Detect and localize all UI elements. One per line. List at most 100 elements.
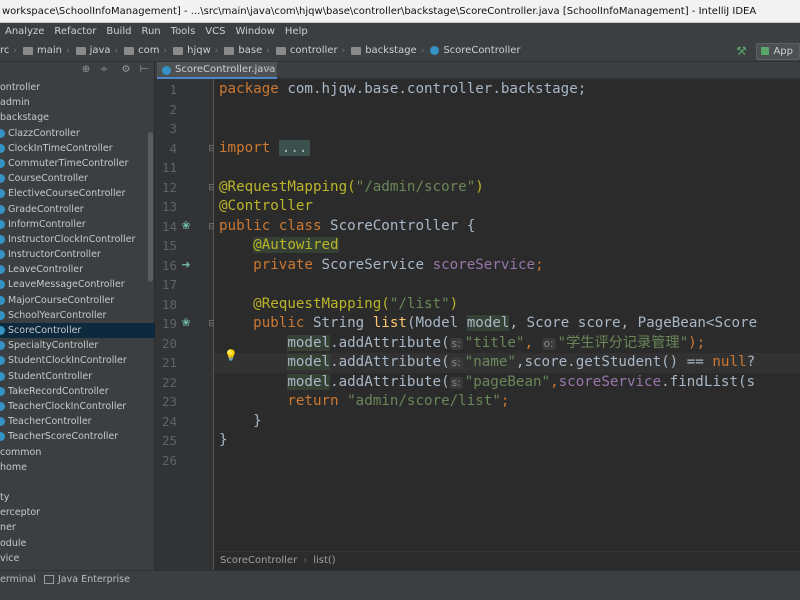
tree-package-item[interactable]: ontroller [0,80,155,95]
breadcrumb-class[interactable]: ScoreController [220,555,297,566]
crumb-com[interactable]: com › [122,45,167,56]
close-icon[interactable]: × [265,62,273,77]
menu-analyze[interactable]: Analyze [0,26,49,37]
tree-class-item[interactable]: TeacherScoreController [0,429,155,444]
tree-package-item[interactable] [0,475,155,490]
editor-tab-bar: ScoreController.java × [155,62,800,79]
menu-run[interactable]: Run [136,26,165,37]
tree-class-item[interactable]: SpecialtyController [0,338,155,353]
gear-icon[interactable]: ⚙ [120,64,132,76]
code-editor[interactable]: package com.hjqw.base.controller.backsta… [214,79,800,551]
tree-class-item[interactable]: InformController [0,217,155,232]
tree-item-label: ner [0,522,16,534]
line-number: 20 [161,335,177,351]
sidebar-toolbar: ⊕ ÷ ⚙ ⊢ [0,62,154,79]
tree-package-item[interactable]: admin [0,95,155,110]
autowired-navigate-icon[interactable]: ➜ [180,259,192,271]
project-sidebar: ⊕ ÷ ⚙ ⊢ ontroller admin backstage ClazzCont… [0,62,155,570]
tree-package-item[interactable]: backstage [0,110,155,125]
line-number: 12 [161,179,177,195]
class-icon [0,371,5,381]
hide-icon[interactable]: ⊢ [138,64,150,76]
tree-class-item[interactable]: ScoreController [0,323,155,339]
collapse-icon[interactable]: ÷ [98,64,110,76]
class-icon [0,204,5,214]
tree-class-item[interactable]: CommuterTimeController [0,156,155,171]
crumb-controller[interactable]: controller › [274,45,345,56]
menu-bar: Analyze Refactor Build Run Tools VCS Win… [0,23,800,40]
tree-class-item[interactable]: SchoolYearController [0,308,155,323]
tree-package-item[interactable]: common [0,445,155,460]
menu-window[interactable]: Window [230,26,279,37]
java-enterprise-tab[interactable]: Java Enterprise [44,574,130,585]
sidebar-scrollbar[interactable] [148,132,153,282]
tree-item-label: GradeController [8,203,84,215]
crumb-java[interactable]: java › [74,45,118,56]
build-hammer-icon[interactable]: ⚒ [734,44,748,58]
menu-tools[interactable]: Tools [166,26,201,37]
menu-refactor[interactable]: Refactor [49,26,101,37]
request-mapping-icon[interactable]: ❀ [180,317,192,329]
crumb-backstage[interactable]: backstage › [349,45,424,56]
tree-class-item[interactable]: ClazzController [0,126,155,141]
run-config-selector[interactable]: App [756,42,800,60]
folder-icon [23,46,33,55]
code-line-20: model.addAttribute(s: "title", o: "学生评分记录管… [287,334,706,351]
class-icon [0,174,5,184]
tree-class-item[interactable]: ClockInTimeController [0,141,155,156]
folder-icon [224,46,235,55]
crumb-base[interactable]: base › [222,45,270,56]
tab-scorecontroller[interactable]: ScoreController.java × [157,62,277,79]
tree-class-item[interactable]: TakeRecordController [0,384,155,399]
menu-vcs[interactable]: VCS [200,26,230,37]
tree-item-label: StudentClockInController [8,355,127,367]
line-number: 25 [161,433,177,448]
tree-item-label: MajorCourseController [8,294,115,306]
tree-class-item[interactable]: LeaveMessageController [0,277,155,292]
param-hint: s: [449,337,463,350]
terminal-tab[interactable]: erminal [0,574,36,585]
tree-item-label: InstructorClockInController [8,233,136,245]
crumb-src[interactable]: rc › [0,45,17,56]
lightbulb-icon[interactable]: 💡 [224,350,238,362]
tree-class-item[interactable]: CourseController [0,171,155,186]
folded-imports[interactable]: ... [278,139,311,156]
tree-package-item[interactable]: erceptor [0,505,155,520]
tree-item-label: TeacherClockInController [8,400,127,412]
tree-item-label: LeaveController [8,264,83,276]
spring-bean-icon[interactable]: ❀ [180,220,192,232]
tree-package-item[interactable]: ner [0,520,155,535]
tree-item-label: InstructorController [8,249,101,261]
tree-class-item[interactable]: InstructorClockInController [0,232,155,247]
crumb-hjqw[interactable]: hjqw › [171,45,218,56]
tree-class-item[interactable]: ElectiveCourseController [0,186,155,201]
class-icon [0,386,5,396]
breadcrumb-method[interactable]: list() [313,555,336,566]
tree-class-item[interactable]: MajorCourseController [0,293,155,308]
tree-class-item[interactable]: StudentController [0,369,155,384]
app-config-icon [761,47,770,55]
tree-package-item[interactable]: ty [0,490,155,505]
tree-class-item[interactable]: InstructorController [0,247,155,262]
tree-class-item[interactable]: LeaveController [0,262,155,277]
class-icon [0,310,5,320]
class-icon [0,128,5,138]
tool-window-bar: erminal Java Enterprise [0,570,800,600]
locate-icon[interactable]: ⊕ [80,64,92,76]
crumb-main[interactable]: main › [21,45,70,56]
tree-package-item[interactable]: home [0,460,155,475]
tree-package-item[interactable]: odule [0,536,155,551]
line-number: 16 [161,257,177,273]
code-line-24: } [253,412,262,429]
menu-help[interactable]: Help [280,26,313,37]
tree-class-item[interactable]: StudentClockInController [0,353,155,368]
tree-class-item[interactable]: TeacherController [0,414,155,429]
code-line-4: import ... [219,139,311,159]
menu-build[interactable]: Build [101,26,136,37]
tree-package-item[interactable]: vice [0,551,155,566]
tree-class-item[interactable]: GradeController [0,202,155,217]
tree-class-item[interactable]: TeacherClockInController [0,399,155,414]
tree-item-label: ClockInTimeController [8,142,113,154]
navigation-bar: rc › main › java › com › hjqw › base › control… [0,40,800,62]
crumb-scorecontroller[interactable]: ScoreController [428,45,521,56]
